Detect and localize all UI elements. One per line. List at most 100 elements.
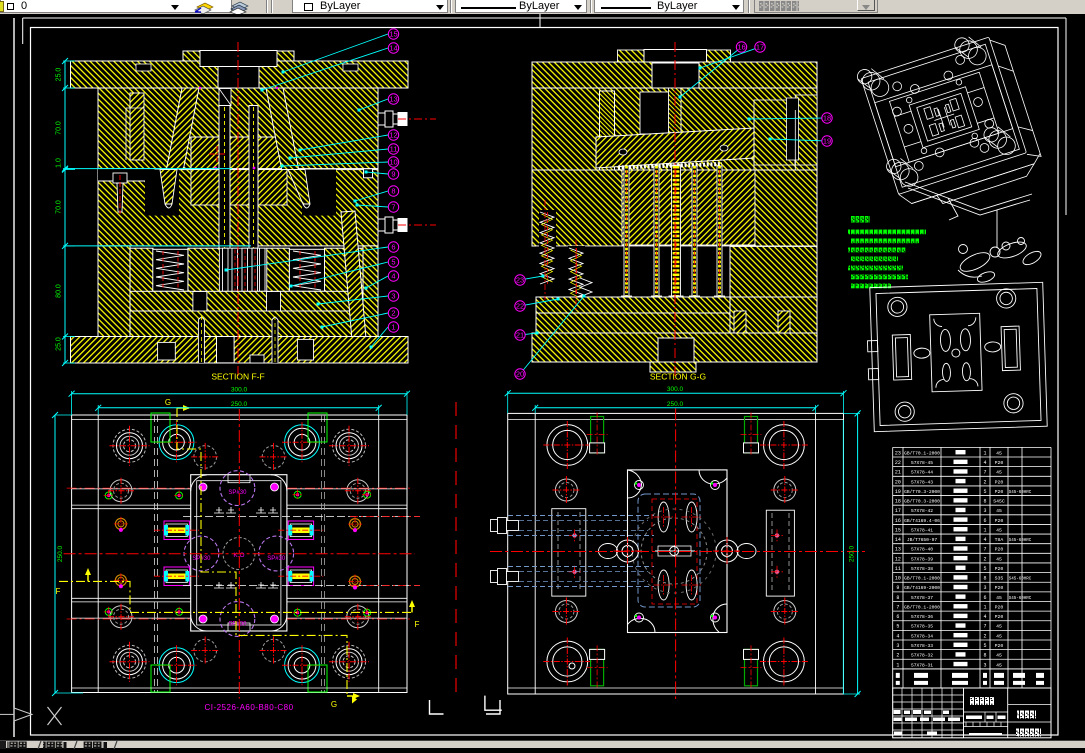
svg-text:12: 12 [895,556,901,562]
svg-text:17: 17 [895,508,901,514]
svg-text:21: 21 [895,470,901,476]
svg-text:22: 22 [516,302,524,311]
svg-text:45: 45 [996,556,1002,562]
svg-text:23: 23 [895,450,901,456]
svg-text:250.0: 250.0 [231,401,248,408]
svg-text:15: 15 [389,30,397,39]
svg-text:15: 15 [895,527,901,533]
svg-text:P20: P20 [995,479,1004,485]
svg-text:1: 1 [983,527,986,533]
svg-text:4: 4 [983,614,986,620]
svg-text:3: 3 [896,643,899,649]
svg-text:SP#30: SP#30 [228,490,247,496]
svg-text:57X78-35: 57X78-35 [911,624,933,630]
svg-text:1: 1 [896,662,899,668]
svg-text:7: 7 [983,547,986,553]
svg-text:7: 7 [983,470,986,476]
svg-text:SECTION F-F: SECTION F-F [211,372,264,382]
svg-text:P20: P20 [995,547,1004,553]
svg-text:13: 13 [895,547,901,553]
svg-text:P20: P20 [995,489,1004,495]
svg-text:JB/T7650-97: JB/T7650-97 [907,537,938,543]
svg-text:7: 7 [896,604,899,610]
svg-text:3: 3 [391,292,395,301]
svg-text:GB/T70.3-2000: GB/T70.3-2000 [904,499,940,505]
svg-text:8: 8 [983,653,986,659]
svg-text:14: 14 [389,44,397,53]
svg-text:10: 10 [389,158,397,167]
svg-text:4: 4 [983,537,986,543]
svg-text:GB/T4169-2000: GB/T4169-2000 [904,585,940,591]
svg-text:SP#30: SP#30 [267,556,286,562]
svg-text:8: 8 [896,595,899,601]
svg-text:57X78-42: 57X78-42 [911,508,933,514]
svg-text:57X78-36: 57X78-36 [911,614,933,620]
svg-text:17: 17 [756,43,764,52]
svg-text:4: 4 [983,460,986,466]
svg-text:20: 20 [516,370,524,379]
svg-text:70.0: 70.0 [56,200,63,214]
svg-text:25.0: 25.0 [56,337,63,351]
svg-text:19: 19 [895,489,901,495]
svg-text:45: 45 [996,624,1002,630]
svg-text:300.0: 300.0 [231,387,248,394]
svg-text:250.0: 250.0 [849,545,856,562]
svg-text:6: 6 [896,614,899,620]
svg-text:P20: P20 [995,566,1004,572]
svg-text:4: 4 [896,633,899,639]
svg-text:1.0: 1.0 [56,158,63,168]
svg-text:11: 11 [895,566,901,572]
svg-text:57X78-39: 57X78-39 [911,556,933,562]
svg-text:57X78-38: 57X78-38 [911,566,933,572]
svg-text:18: 18 [823,114,831,123]
svg-text:2: 2 [983,556,986,562]
svg-text:SP#30: SP#30 [192,556,211,562]
svg-text:6: 6 [391,243,395,252]
svg-text:10: 10 [895,576,901,582]
svg-text:20: 20 [895,479,901,485]
svg-text:45: 45 [996,633,1002,639]
svg-text:21: 21 [516,331,524,340]
svg-text:GB/T70.1-2000: GB/T70.1-2000 [904,604,940,610]
svg-text:57X78-45: 57X78-45 [911,460,933,466]
svg-text:57X78-40: 57X78-40 [911,547,933,553]
svg-text:70.0: 70.0 [56,121,63,135]
svg-text:2: 2 [983,479,986,485]
svg-text:P20: P20 [995,518,1004,524]
svg-text:F: F [415,620,420,629]
svg-text:9: 9 [391,170,395,179]
svg-text:5: 5 [391,258,395,267]
svg-text:8: 8 [391,187,395,196]
svg-text:P20: P20 [995,614,1004,620]
svg-text:45: 45 [996,653,1002,659]
svg-text:45: 45 [996,470,1002,476]
svg-text:250.0: 250.0 [57,545,64,562]
svg-text:2: 2 [983,633,986,639]
svg-text:GB/T70.1-2000: GB/T70.1-2000 [904,450,940,456]
svg-text:45: 45 [996,595,1002,601]
svg-text:57X78-44: 57X78-44 [911,470,933,476]
svg-text:22: 22 [895,460,901,466]
svg-text:16: 16 [737,43,745,52]
svg-text:S45-60HRC: S45-60HRC [1009,491,1032,495]
svg-text:3: 3 [983,585,986,591]
svg-text:G: G [165,398,171,407]
svg-text:T8A: T8A [995,537,1004,543]
svg-text:1: 1 [983,450,986,456]
svg-text:CI-2526-A60-B80-C80: CI-2526-A60-B80-C80 [204,703,293,712]
svg-text:57X78-32: 57X78-32 [911,653,933,659]
svg-text:S35: S35 [995,576,1004,582]
svg-text:25.0: 25.0 [56,68,63,82]
svg-text:80.0: 80.0 [56,284,63,298]
svg-text:57X78-33: 57X78-33 [911,643,933,649]
svg-text:P20: P20 [995,604,1004,610]
svg-text:P20: P20 [995,643,1004,649]
svg-text:1: 1 [391,323,395,332]
svg-text:8: 8 [983,576,986,582]
svg-text:18: 18 [895,499,901,505]
svg-text:7: 7 [391,203,395,212]
svg-text:S45-60HRC: S45-60HRC [1009,578,1032,582]
svg-text:P20: P20 [995,460,1004,466]
svg-text:3: 3 [983,662,986,668]
svg-text:45: 45 [996,662,1002,668]
